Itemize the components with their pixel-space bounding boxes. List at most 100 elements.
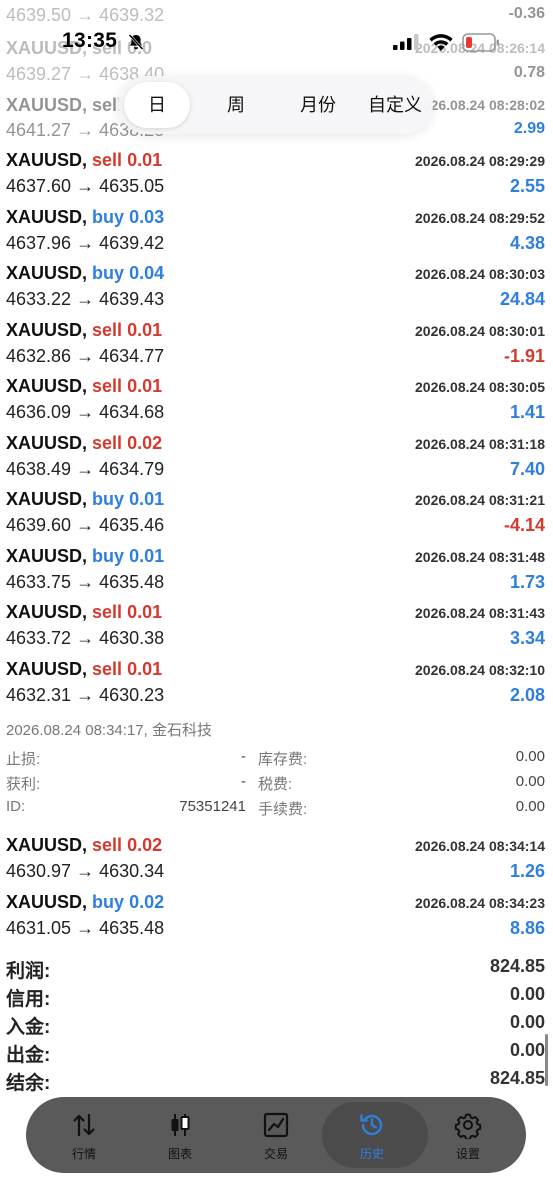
symbol-name: XAUUSD, (6, 602, 88, 622)
trade-side: buy (92, 206, 125, 227)
status-bar: 13:35 (0, 24, 553, 60)
trade-row[interactable]: XAUUSD, buy 0.04 2026.08.24 08:30:03 4633.… (0, 262, 553, 318)
trade-side: buy (92, 263, 125, 283)
trade-symbol: XAUUSD, buy 0.03 (6, 207, 164, 228)
trade-prices: 4631.05 → 4635.48 (6, 918, 164, 939)
summary-row-credit: 信用: 0.00 (0, 984, 553, 1012)
period-tab-week[interactable]: 周 (198, 82, 274, 128)
trade-symbol: XAUUSD, sell 0.01 (6, 602, 162, 623)
arrow-right-icon: → (71, 402, 100, 422)
summary-value: 0.00 (509, 984, 545, 1004)
symbol-name: XAUUSD, (6, 432, 88, 453)
open-price: 4632.31 (6, 684, 72, 705)
close-price: 4635.05 (99, 176, 165, 196)
trade-side: sell (92, 835, 123, 855)
close-price: 4635.46 (99, 515, 165, 535)
trade-time: 2026.08.24 08:31:48 (415, 548, 545, 565)
summary-value: 0.00 (509, 1040, 545, 1060)
trade-row[interactable]: XAUUSD, buy 0.02 2026.08.24 08:34:23 4631.… (0, 891, 553, 947)
close-price: 4635.48 (99, 917, 165, 938)
commission-label: 手续费: (258, 801, 308, 818)
period-tab-day[interactable]: 日 (124, 82, 190, 128)
summary-value: 824.85 (489, 1068, 545, 1088)
trade-symbol: XAUUSD, buy 0.01 (6, 546, 164, 567)
trade-row[interactable]: XAUUSD, sell 0.01 2026.08.24 08:30:01 4632… (0, 319, 553, 375)
trade-symbol: XAUUSD, buy 0.02 (6, 892, 164, 913)
summary-row-balance: 结余: 824.85 (0, 1068, 553, 1096)
trade-symbol: XAUUSD, sell 0.02 (6, 433, 162, 454)
trade-lots: 0.01 (127, 150, 163, 170)
trade-side: buy (92, 891, 125, 912)
trade-lots: 0.02 (129, 891, 165, 912)
settings-gear-icon (454, 1113, 482, 1139)
summary-label: 入金: (6, 1017, 51, 1038)
trade-row[interactable]: XAUUSD, sell 0.02 2026.08.24 08:34:14 4630… (0, 834, 553, 890)
tab-quotes[interactable]: 行情 (36, 1097, 132, 1173)
symbol-name: XAUUSD, (6, 319, 88, 340)
trade-profit: 4.38 (509, 232, 545, 253)
close-price: 4634.79 (99, 458, 165, 479)
tab-label: 行情 (71, 1147, 96, 1161)
symbol-name: XAUUSD, (6, 891, 88, 912)
trade-profit: 7.40 (509, 458, 545, 479)
trade-side: sell (92, 150, 123, 170)
period-tab-custom[interactable]: 自定义 (358, 82, 432, 128)
trade-lots: 0.01 (127, 376, 163, 396)
period-tab-month[interactable]: 月份 (278, 82, 358, 128)
trade-symbol: XAUUSD, buy 0.04 (6, 263, 164, 284)
trade-profit: 2.08 (509, 684, 545, 705)
trade-profit: -1.91 (503, 345, 545, 366)
scrollbar[interactable] (545, 1034, 548, 1086)
wifi-icon (429, 34, 453, 51)
tab-trade[interactable]: 交易 (228, 1097, 324, 1173)
symbol-name: XAUUSD, (6, 489, 88, 509)
open-price: 4631.05 (6, 917, 72, 938)
trade-time: 2026.08.24 08:31:21 (415, 492, 545, 508)
take-profit-value: - (241, 773, 246, 790)
tab-chart[interactable]: 图表 (132, 1097, 228, 1173)
arrow-right-icon: → (71, 571, 100, 592)
trade-prices: 4636.09 → 4634.68 (6, 402, 164, 423)
arrow-right-icon: → (71, 917, 100, 938)
trade-prices: 4633.75 → 4635.48 (6, 572, 164, 593)
summary-row-profit: 利润: 824.85 (0, 956, 553, 984)
arrow-right-icon: → (71, 232, 100, 253)
quotes-arrows-icon (73, 1113, 95, 1137)
summary-value: 824.85 (489, 956, 545, 976)
open-price: 4637.60 (6, 176, 72, 196)
trade-lots: 0.01 (129, 489, 165, 509)
trade-row[interactable]: XAUUSD, buy 0.01 2026.08.24 08:31:48 4633.… (0, 545, 553, 601)
trade-prices: 4632.86 → 4634.77 (6, 346, 164, 367)
trade-time: 2026.08.24 08:29:52 (415, 209, 545, 226)
symbol-name: XAUUSD, (6, 658, 88, 679)
close-price: 4639.42 (99, 232, 165, 253)
symbol-name: XAUUSD, (6, 263, 88, 283)
taxes-value: 0.00 (515, 773, 545, 790)
tab-label: 图表 (167, 1147, 192, 1161)
faded-row-value: -0.36 (508, 5, 545, 22)
trade-row[interactable]: XAUUSD, buy 0.01 2026.08.24 08:31:21 4639.… (0, 488, 553, 544)
tab-label: 历史 (359, 1147, 384, 1161)
symbol-name: XAUUSD, (6, 150, 88, 170)
trade-time: 2026.08.24 08:30:05 (415, 379, 545, 395)
trade-prices: 4637.96 → 4639.42 (6, 233, 164, 254)
trade-row[interactable]: XAUUSD, sell 0.01 2026.08.24 08:31:43 4633… (0, 601, 553, 657)
tab-settings[interactable]: 设置 (420, 1097, 516, 1173)
trade-row[interactable]: XAUUSD, sell 0.01 2026.08.24 08:32:10 4632… (0, 658, 553, 714)
summary-row-withdrawal: 出金: 0.00 (0, 1040, 553, 1068)
trade-row[interactable]: XAUUSD, buy 0.03 2026.08.24 08:29:52 4637.… (0, 206, 553, 262)
order-detail-row: 获利: - 税费: 0.00 (0, 773, 553, 797)
trade-row[interactable]: XAUUSD, sell 0.01 2026.08.24 08:29:29 4637… (0, 149, 553, 205)
faded-row-value: 0.78 (513, 64, 545, 81)
trade-prices: 4630.97 → 4630.34 (6, 861, 164, 882)
trade-row[interactable]: XAUUSD, sell 0.01 2026.08.24 08:30:05 4636… (0, 375, 553, 431)
tab-history[interactable]: 历史 (322, 1097, 428, 1173)
trade-time: 2026.08.24 08:31:18 (415, 435, 545, 452)
trade-profit: 24.84 (499, 289, 545, 309)
trade-side: sell (92, 319, 123, 340)
trade-side: sell (92, 376, 123, 396)
close-price: 4634.77 (99, 345, 165, 366)
trade-lots: 0.01 (127, 319, 163, 340)
order-id-value: 75351241 (179, 798, 246, 815)
trade-row[interactable]: XAUUSD, sell 0.02 2026.08.24 08:31:18 4638… (0, 432, 553, 488)
